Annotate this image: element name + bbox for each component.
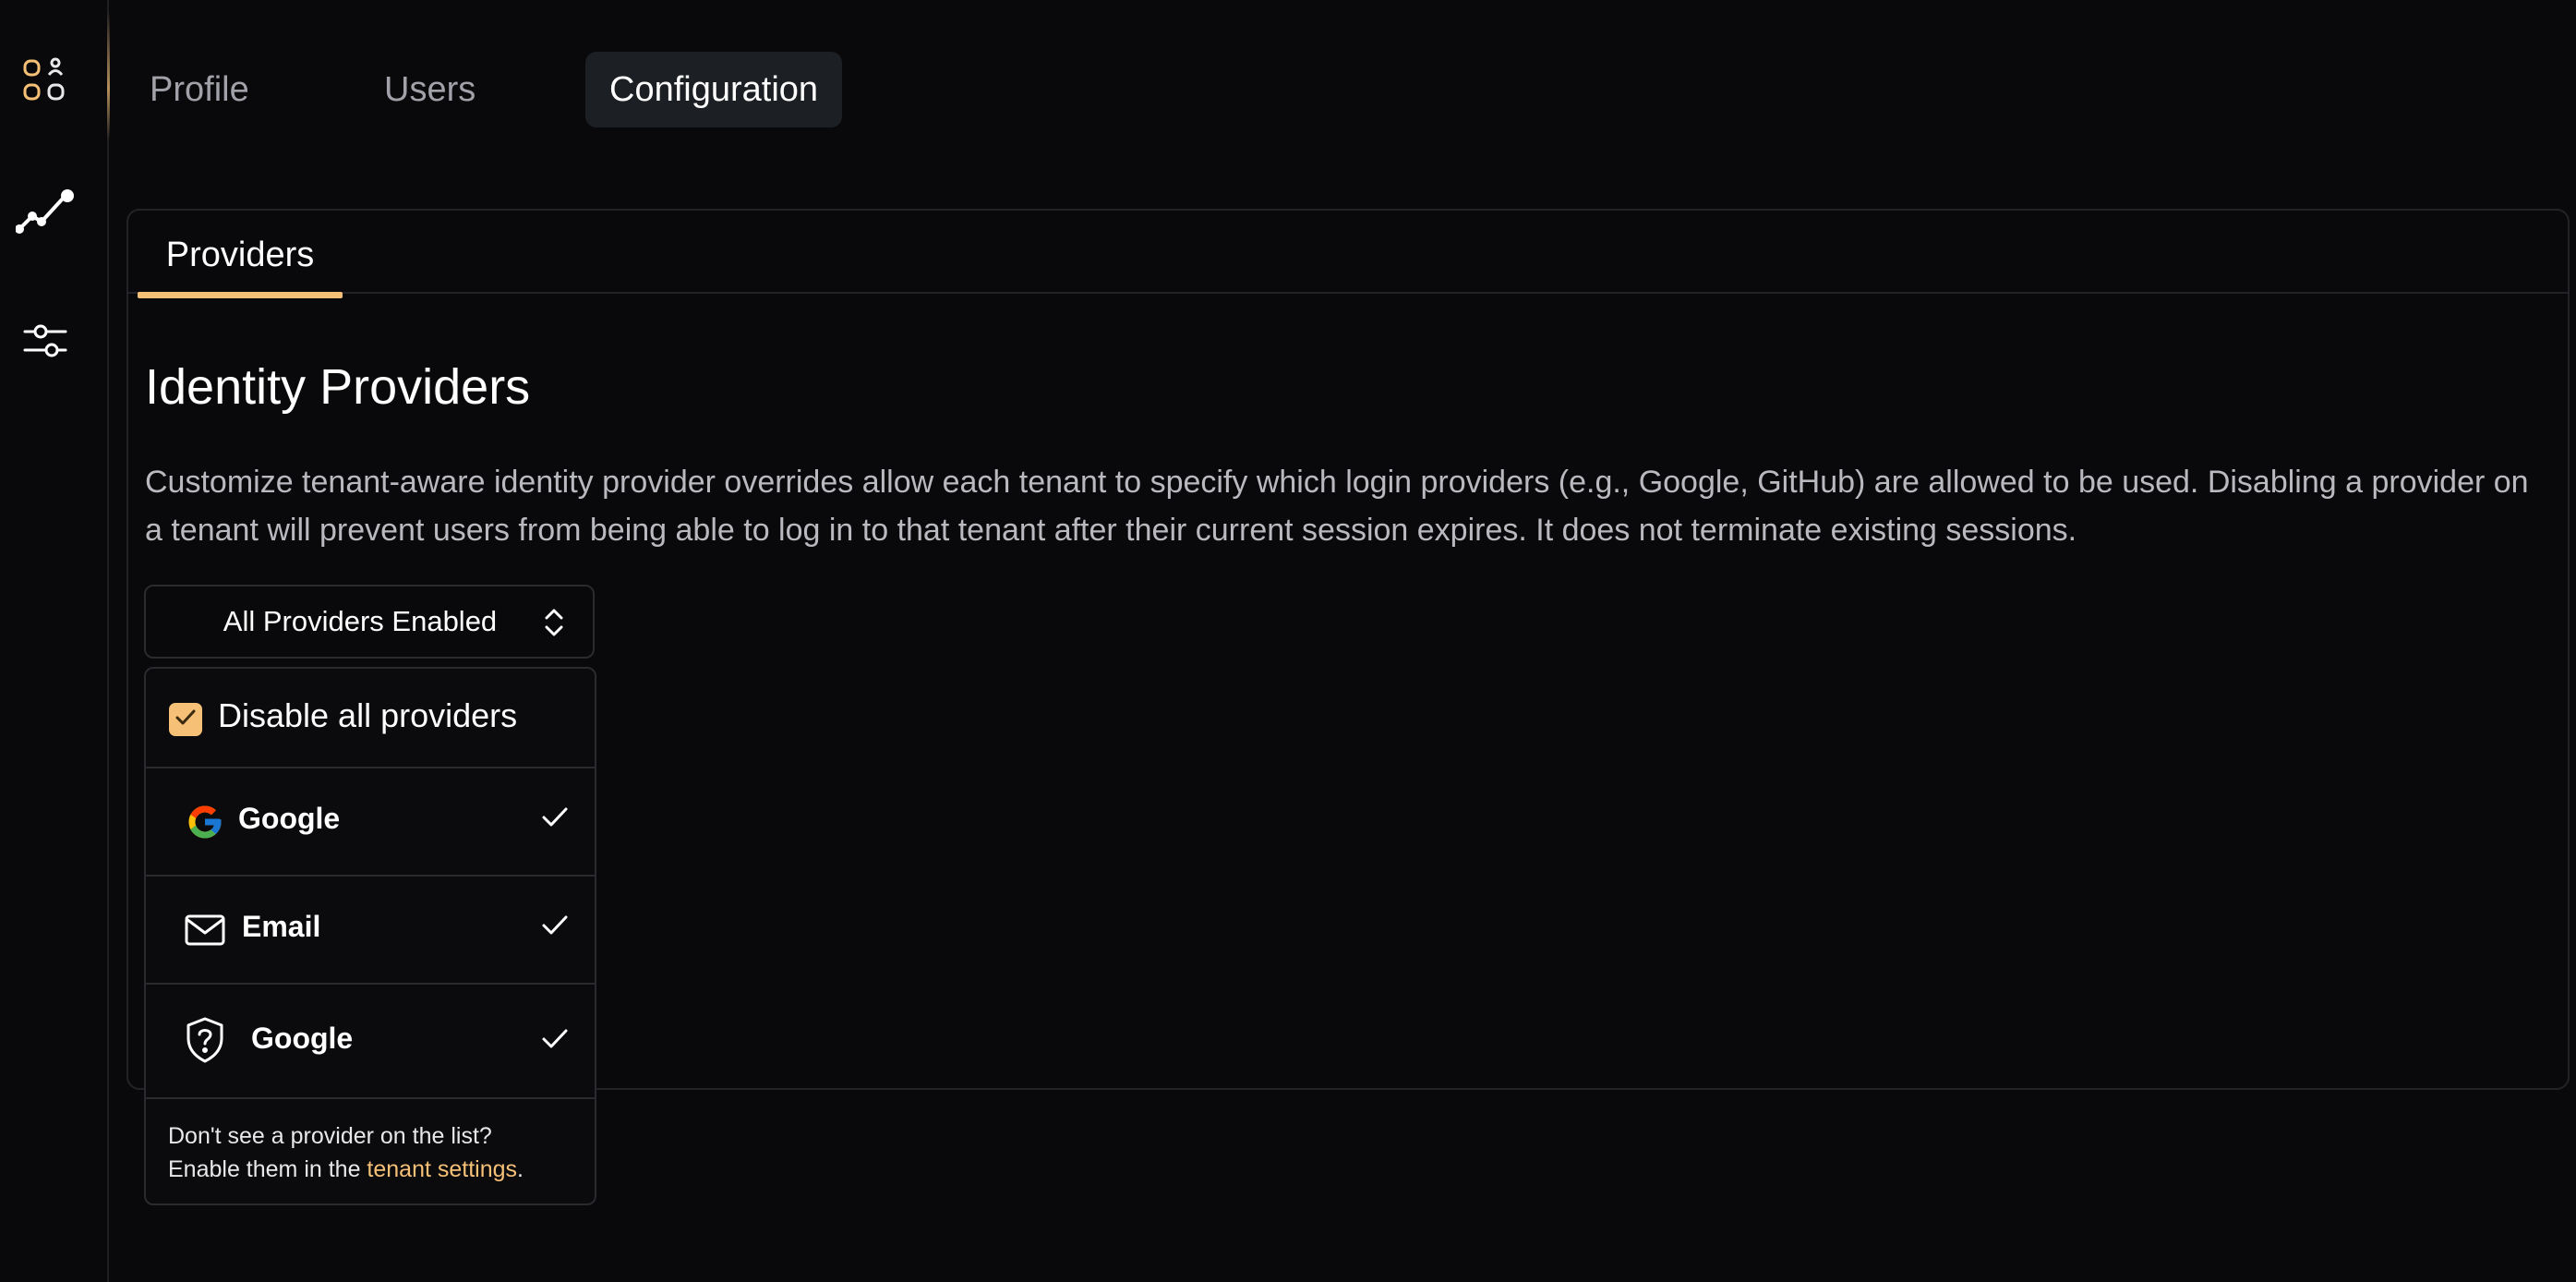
select-value: All Providers Enabled bbox=[223, 605, 498, 637]
check-icon bbox=[541, 913, 569, 942]
active-tab-underline bbox=[138, 292, 343, 298]
shield-question-icon bbox=[183, 1017, 227, 1063]
footer-line-1: Don't see a provider on the list? bbox=[168, 1123, 492, 1149]
mail-icon bbox=[183, 908, 227, 952]
check-icon bbox=[541, 805, 569, 834]
disable-all-checkbox[interactable] bbox=[169, 703, 202, 736]
rail-item-apps[interactable] bbox=[13, 48, 78, 113]
provider-label-email: Email bbox=[242, 910, 321, 943]
section-description: Customize tenant-aware identity provider… bbox=[145, 465, 2529, 548]
provider-option-email[interactable]: Email bbox=[146, 877, 595, 985]
providers-select[interactable]: All Providers Enabled bbox=[144, 585, 595, 659]
sliders-icon bbox=[22, 320, 68, 361]
analytics-icon bbox=[16, 188, 75, 235]
tab-users[interactable]: Users bbox=[360, 52, 500, 127]
dropdown-footer: Don't see a provider on the list? Enable… bbox=[168, 1119, 585, 1186]
disable-all-providers-option[interactable]: Disable all providers bbox=[146, 669, 595, 768]
provider-label-google-2: Google bbox=[251, 1022, 354, 1055]
checkmark-icon bbox=[175, 708, 197, 732]
provider-option-google-shield[interactable]: Google bbox=[146, 985, 595, 1099]
apps-users-icon bbox=[22, 56, 68, 104]
provider-label-google: Google bbox=[238, 802, 341, 835]
left-rail bbox=[0, 0, 110, 1282]
rail-active-indicator bbox=[107, 11, 110, 140]
tab-configuration[interactable]: Configuration bbox=[585, 52, 843, 127]
rail-item-settings[interactable] bbox=[13, 308, 78, 373]
tab-profile[interactable]: Profile bbox=[126, 52, 273, 127]
section-title: Identity Providers bbox=[145, 359, 531, 415]
rail-item-analytics[interactable] bbox=[13, 179, 78, 244]
tenant-settings-link[interactable]: tenant settings bbox=[367, 1156, 517, 1182]
chevron-up-down-icon bbox=[543, 607, 565, 643]
footer-line-2: Enable them in the tenant settings. bbox=[168, 1153, 585, 1186]
disable-all-label: Disable all providers bbox=[218, 696, 518, 734]
provider-option-google[interactable]: Google bbox=[146, 768, 595, 877]
tab-providers[interactable]: Providers bbox=[138, 211, 343, 299]
card-tab-bar: Providers bbox=[128, 211, 2568, 298]
google-icon bbox=[183, 800, 227, 844]
providers-dropdown: Disable all providers Google Email Googl… bbox=[144, 667, 596, 1205]
footer-suffix: . bbox=[517, 1156, 524, 1182]
footer-line-2-prefix: Enable them in the bbox=[168, 1156, 367, 1182]
check-icon bbox=[541, 1027, 569, 1056]
